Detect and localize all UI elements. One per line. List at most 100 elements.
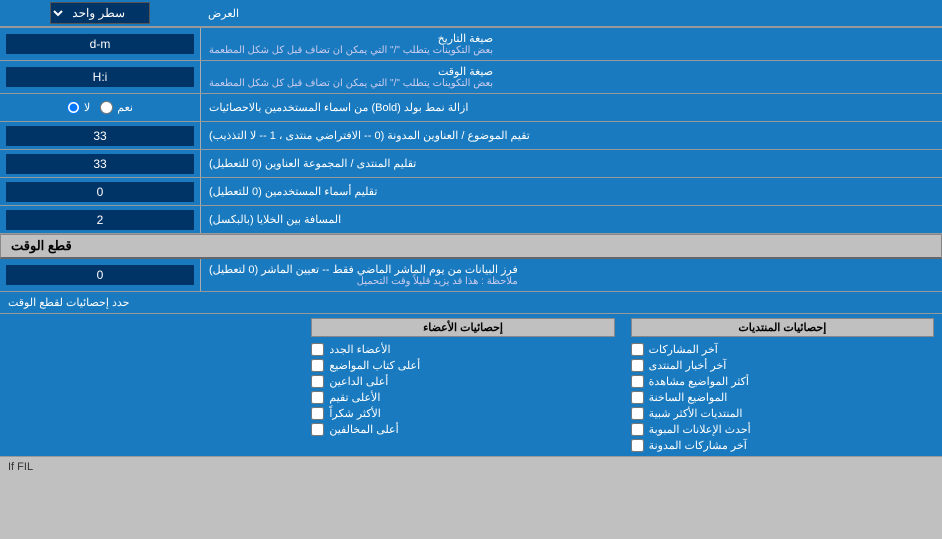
realtime-section-title: قطع الوقت	[11, 238, 72, 254]
forum-order-label: تقليم المنتدى / المجموعة العناوين (0 للت…	[200, 150, 942, 177]
checkbox-item-m1: الأعضاء الجدد	[311, 343, 614, 356]
empty-right-col	[0, 314, 303, 456]
username-order-input-area	[0, 178, 200, 205]
bold-remove-text: ازالة نمط بولد (Bold) من اسماء المستخدمي…	[209, 101, 468, 114]
checkbox-m4[interactable]	[311, 391, 324, 404]
checkbox-m1[interactable]	[311, 343, 324, 356]
topic-order-input[interactable]	[6, 126, 194, 146]
checkbox-3[interactable]	[631, 375, 644, 388]
checkbox-item-3: أكثر المواضيع مشاهدة	[631, 375, 934, 388]
checkbox-label-2: آخر أخبار المنتدى	[649, 359, 727, 372]
header-row: العرض سطر واحد سطرين ثلاثة أسطر	[0, 0, 942, 28]
checkbox-label-m3: أعلى الداعين	[329, 375, 388, 388]
realtime-filter-input-area	[0, 259, 200, 291]
checkbox-m6[interactable]	[311, 423, 324, 436]
stats-limit-row: حدد إحصائيات لقطع الوقت	[0, 292, 942, 314]
date-format-row: صيغة التاريخ بعض التكوينات يتطلب "/" الت…	[0, 28, 942, 61]
cell-spacing-input[interactable]	[6, 210, 194, 230]
forum-order-input[interactable]	[6, 154, 194, 174]
checkbox-item-m5: الأكثر شكراً	[311, 407, 614, 420]
forum-order-text: تقليم المنتدى / المجموعة العناوين (0 للت…	[209, 157, 416, 170]
checkbox-item-6: أحدث الإعلانات المبوبة	[631, 423, 934, 436]
forum-order-input-area	[0, 150, 200, 177]
checkbox-section: إحصائيات المنتديات آخر المشاركات آخر أخب…	[0, 314, 942, 457]
time-format-sub-label: بعض التكوينات يتطلب "/" التي يمكن ان تضا…	[209, 78, 493, 89]
username-order-row: تقليم أسماء المستخدمين (0 للتعطيل)	[0, 178, 942, 206]
checkbox-label-m6: أعلى المخالفين	[329, 423, 398, 436]
checkbox-2[interactable]	[631, 359, 644, 372]
date-format-sub-label: بعض التكوينات يتطلب "/" التي يمكن ان تضا…	[209, 45, 493, 56]
checkbox-m2[interactable]	[311, 359, 324, 372]
checkbox-label-m4: الأعلى تقيم	[329, 391, 380, 404]
checkbox-col-members: إحصائيات الأعضاء الأعضاء الجدد أعلى كتاب…	[303, 314, 622, 456]
bold-remove-label: ازالة نمط بولد (Bold) من اسماء المستخدمي…	[200, 94, 942, 121]
checkbox-label-3: أكثر المواضيع مشاهدة	[649, 375, 749, 388]
header-select-area: سطر واحد سطرين ثلاثة أسطر	[0, 0, 200, 26]
checkbox-label-6: أحدث الإعلانات المبوبة	[649, 423, 751, 436]
topic-order-input-area	[0, 122, 200, 149]
time-format-main-label: صيغة الوقت	[209, 65, 493, 78]
topic-order-text: تقيم الموضوع / العناوين المدونة (0 -- ال…	[209, 129, 530, 142]
date-format-input-area	[0, 28, 200, 60]
realtime-filter-main-label: فرز البيانات من يوم الماشر الماضي فقط --…	[209, 263, 518, 276]
col2-header: إحصائيات الأعضاء	[311, 318, 614, 337]
checkbox-item-m2: أعلى كتاب المواضيع	[311, 359, 614, 372]
checkbox-item-4: المواضيع الساخنة	[631, 391, 934, 404]
checkbox-label-m2: أعلى كتاب المواضيع	[329, 359, 420, 372]
checkbox-label-7: آخر مشاركات المدونة	[649, 439, 747, 452]
date-format-label: صيغة التاريخ بعض التكوينات يتطلب "/" الت…	[200, 28, 942, 60]
checkbox-6[interactable]	[631, 423, 644, 436]
header-label: العرض	[200, 0, 942, 26]
checkbox-item-2: آخر أخبار المنتدى	[631, 359, 934, 372]
display-select[interactable]: سطر واحد سطرين ثلاثة أسطر	[50, 2, 150, 24]
radio-no-label: لا	[84, 101, 90, 114]
footer-area: If FIL	[0, 457, 942, 477]
forum-order-row: تقليم المنتدى / المجموعة العناوين (0 للت…	[0, 150, 942, 178]
bold-remove-radio-area: نعم لا	[0, 94, 200, 121]
checkbox-label-1: آخر المشاركات	[649, 343, 718, 356]
date-format-input[interactable]	[6, 34, 194, 54]
radio-no-group: لا	[67, 101, 90, 114]
realtime-filter-input[interactable]	[6, 265, 194, 285]
time-format-row: صيغة الوقت بعض التكوينات يتطلب "/" التي …	[0, 61, 942, 94]
checkbox-label-m5: الأكثر شكراً	[329, 407, 380, 420]
checkbox-item-7: آخر مشاركات المدونة	[631, 439, 934, 452]
checkbox-item-m3: أعلى الداعين	[311, 375, 614, 388]
checkbox-1[interactable]	[631, 343, 644, 356]
checkbox-4[interactable]	[631, 391, 644, 404]
username-order-label: تقليم أسماء المستخدمين (0 للتعطيل)	[200, 178, 942, 205]
username-order-text: تقليم أسماء المستخدمين (0 للتعطيل)	[209, 185, 377, 198]
checkbox-col-forums: إحصائيات المنتديات آخر المشاركات آخر أخب…	[623, 314, 942, 456]
radio-yes-label: نعم	[117, 101, 133, 114]
footer-text: If FIL	[8, 461, 33, 473]
checkbox-item-1: آخر المشاركات	[631, 343, 934, 356]
checkbox-5[interactable]	[631, 407, 644, 420]
cell-spacing-text: المسافة بين الخلايا (بالبكسل)	[209, 213, 341, 226]
realtime-filter-note: ملاحظة : هذا قد يزيد قليلاً وقت التحميل	[209, 276, 518, 287]
realtime-filter-label: فرز البيانات من يوم الماشر الماضي فقط --…	[200, 259, 942, 291]
topic-order-label: تقيم الموضوع / العناوين المدونة (0 -- ال…	[200, 122, 942, 149]
checkbox-label-5: المنتديات الأكثر شبية	[649, 407, 743, 420]
realtime-filter-row: فرز البيانات من يوم الماشر الماضي فقط --…	[0, 259, 942, 292]
cell-spacing-row: المسافة بين الخلايا (بالبكسل)	[0, 206, 942, 234]
time-format-input[interactable]	[6, 67, 194, 87]
checkbox-label-4: المواضيع الساخنة	[649, 391, 728, 404]
checkbox-item-m6: أعلى المخالفين	[311, 423, 614, 436]
checkbox-item-5: المنتديات الأكثر شبية	[631, 407, 934, 420]
username-order-input[interactable]	[6, 182, 194, 202]
radio-yes[interactable]	[100, 101, 113, 114]
realtime-section-header: قطع الوقت	[0, 234, 942, 259]
time-format-label: صيغة الوقت بعض التكوينات يتطلب "/" التي …	[200, 61, 942, 93]
checkbox-label-m1: الأعضاء الجدد	[329, 343, 390, 356]
header-label-text: العرض	[208, 7, 239, 20]
cell-spacing-label: المسافة بين الخلايا (بالبكسل)	[200, 206, 942, 233]
radio-no[interactable]	[67, 101, 80, 114]
topic-order-row: تقيم الموضوع / العناوين المدونة (0 -- ال…	[0, 122, 942, 150]
checkbox-7[interactable]	[631, 439, 644, 452]
checkbox-m5[interactable]	[311, 407, 324, 420]
main-container: العرض سطر واحد سطرين ثلاثة أسطر صيغة الت…	[0, 0, 942, 477]
checkbox-m3[interactable]	[311, 375, 324, 388]
cell-spacing-input-area	[0, 206, 200, 233]
col1-header: إحصائيات المنتديات	[631, 318, 934, 337]
time-format-input-area	[0, 61, 200, 93]
